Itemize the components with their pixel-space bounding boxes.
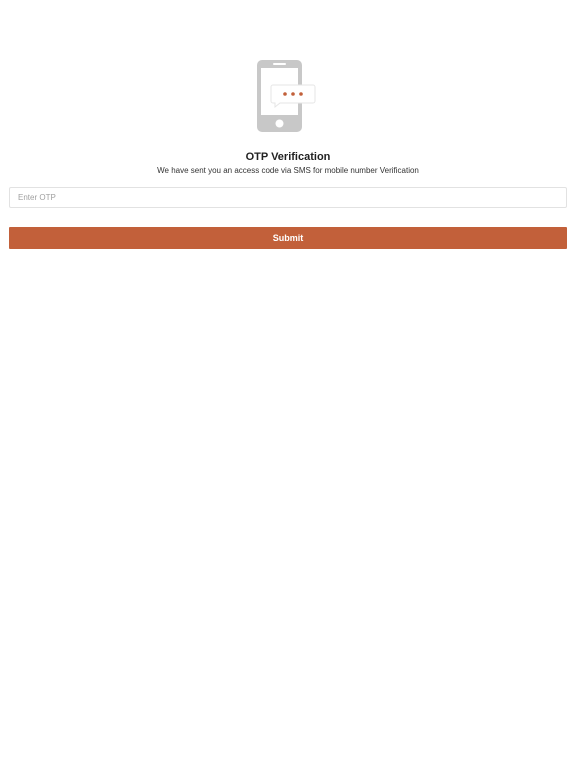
page-title: OTP Verification <box>245 151 331 163</box>
page-subtitle: We have sent you an access code via SMS … <box>157 166 419 175</box>
submit-button[interactable]: Submit <box>9 227 567 249</box>
phone-sms-icon <box>257 60 316 132</box>
otp-input[interactable] <box>9 187 567 208</box>
